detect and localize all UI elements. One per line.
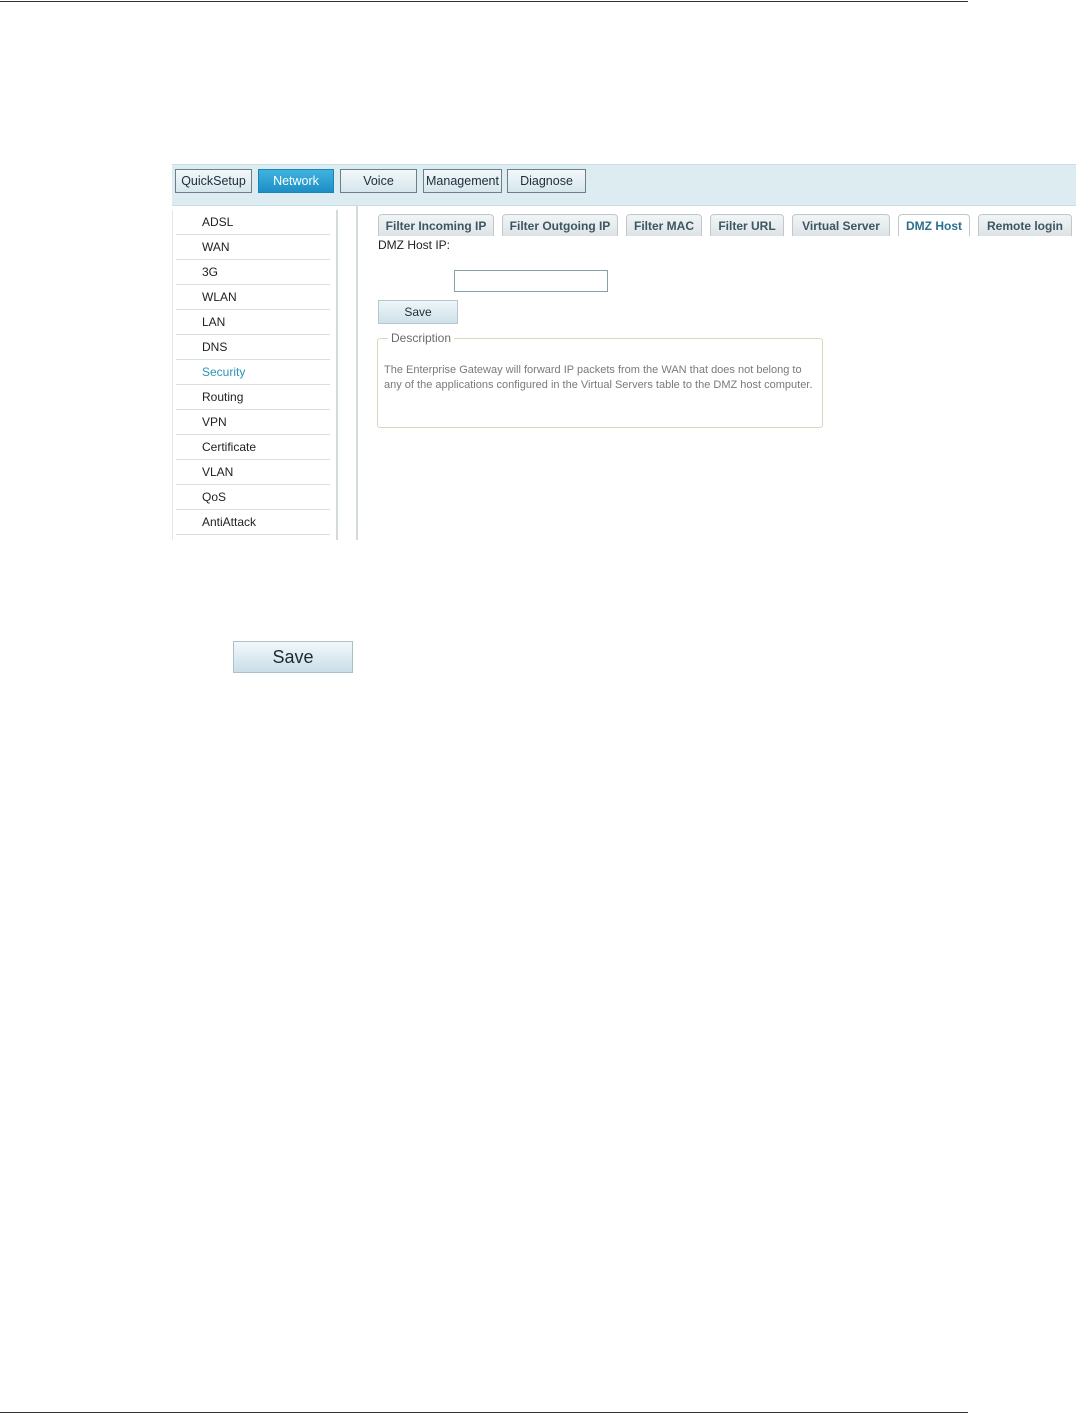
tab-network[interactable]: Network (258, 169, 334, 193)
sidebar-item-antiattack[interactable]: AntiAttack (176, 510, 330, 535)
subtab-dmz-host[interactable]: DMZ Host (898, 214, 970, 236)
subtab-remote-login[interactable]: Remote login (978, 214, 1072, 236)
description-text: The Enterprise Gateway will forward IP p… (384, 364, 813, 391)
subtab-filter-url[interactable]: Filter URL (710, 214, 784, 236)
sidebar-item-adsl[interactable]: ADSL (176, 210, 330, 235)
tab-voice[interactable]: Voice (340, 169, 417, 193)
sidebar-edge (172, 210, 173, 540)
tab-diagnose[interactable]: Diagnose (507, 169, 586, 193)
sidebar-item-dns[interactable]: DNS (176, 335, 330, 360)
sidebar: ADSL WAN 3G WLAN LAN DNS Security Routin… (172, 206, 340, 540)
description-legend: Description (388, 331, 455, 345)
tab-management[interactable]: Management (423, 169, 502, 193)
dmz-host-ip-label: DMZ Host IP: (378, 238, 451, 252)
sidebar-item-lan[interactable]: LAN (176, 310, 330, 335)
sidebar-menu: ADSL WAN 3G WLAN LAN DNS Security Routin… (176, 210, 330, 535)
tab-quicksetup[interactable]: QuickSetup (175, 169, 252, 193)
sidebar-item-3g[interactable]: 3G (176, 260, 330, 285)
top-navigation: QuickSetup Network Voice Management Diag… (172, 164, 1076, 206)
sidebar-item-vpn[interactable]: VPN (176, 410, 330, 435)
save-button[interactable]: Save (378, 300, 458, 324)
dmz-host-ip-input[interactable] (454, 270, 608, 292)
sidebar-item-wlan[interactable]: WLAN (176, 285, 330, 310)
sidebar-item-qos[interactable]: QoS (176, 485, 330, 510)
sidebar-item-wan[interactable]: WAN (176, 235, 330, 260)
sidebar-item-routing[interactable]: Routing (176, 385, 330, 410)
subtab-virtual-server[interactable]: Virtual Server (792, 214, 890, 236)
description-box: Description The Enterprise Gateway will … (377, 331, 823, 428)
security-subtabs: Filter Incoming IP Filter Outgoing IP Fi… (376, 214, 1076, 236)
sidebar-item-security[interactable]: Security (176, 360, 330, 385)
router-ui-screenshot: QuickSetup Network Voice Management Diag… (172, 164, 1076, 540)
sidebar-item-vlan[interactable]: VLAN (176, 460, 330, 485)
sidebar-divider (336, 210, 338, 540)
save-button-enlarged[interactable]: Save (233, 641, 353, 673)
main-content: Filter Incoming IP Filter Outgoing IP Fi… (356, 206, 1076, 540)
page-bottom-rule (0, 1412, 968, 1413)
subtab-filter-incoming-ip[interactable]: Filter Incoming IP (378, 214, 494, 236)
subtab-filter-mac[interactable]: Filter MAC (626, 214, 702, 236)
page-top-rule (0, 1, 968, 2)
sidebar-item-certificate[interactable]: Certificate (176, 435, 330, 460)
subtab-filter-outgoing-ip[interactable]: Filter Outgoing IP (502, 214, 618, 236)
